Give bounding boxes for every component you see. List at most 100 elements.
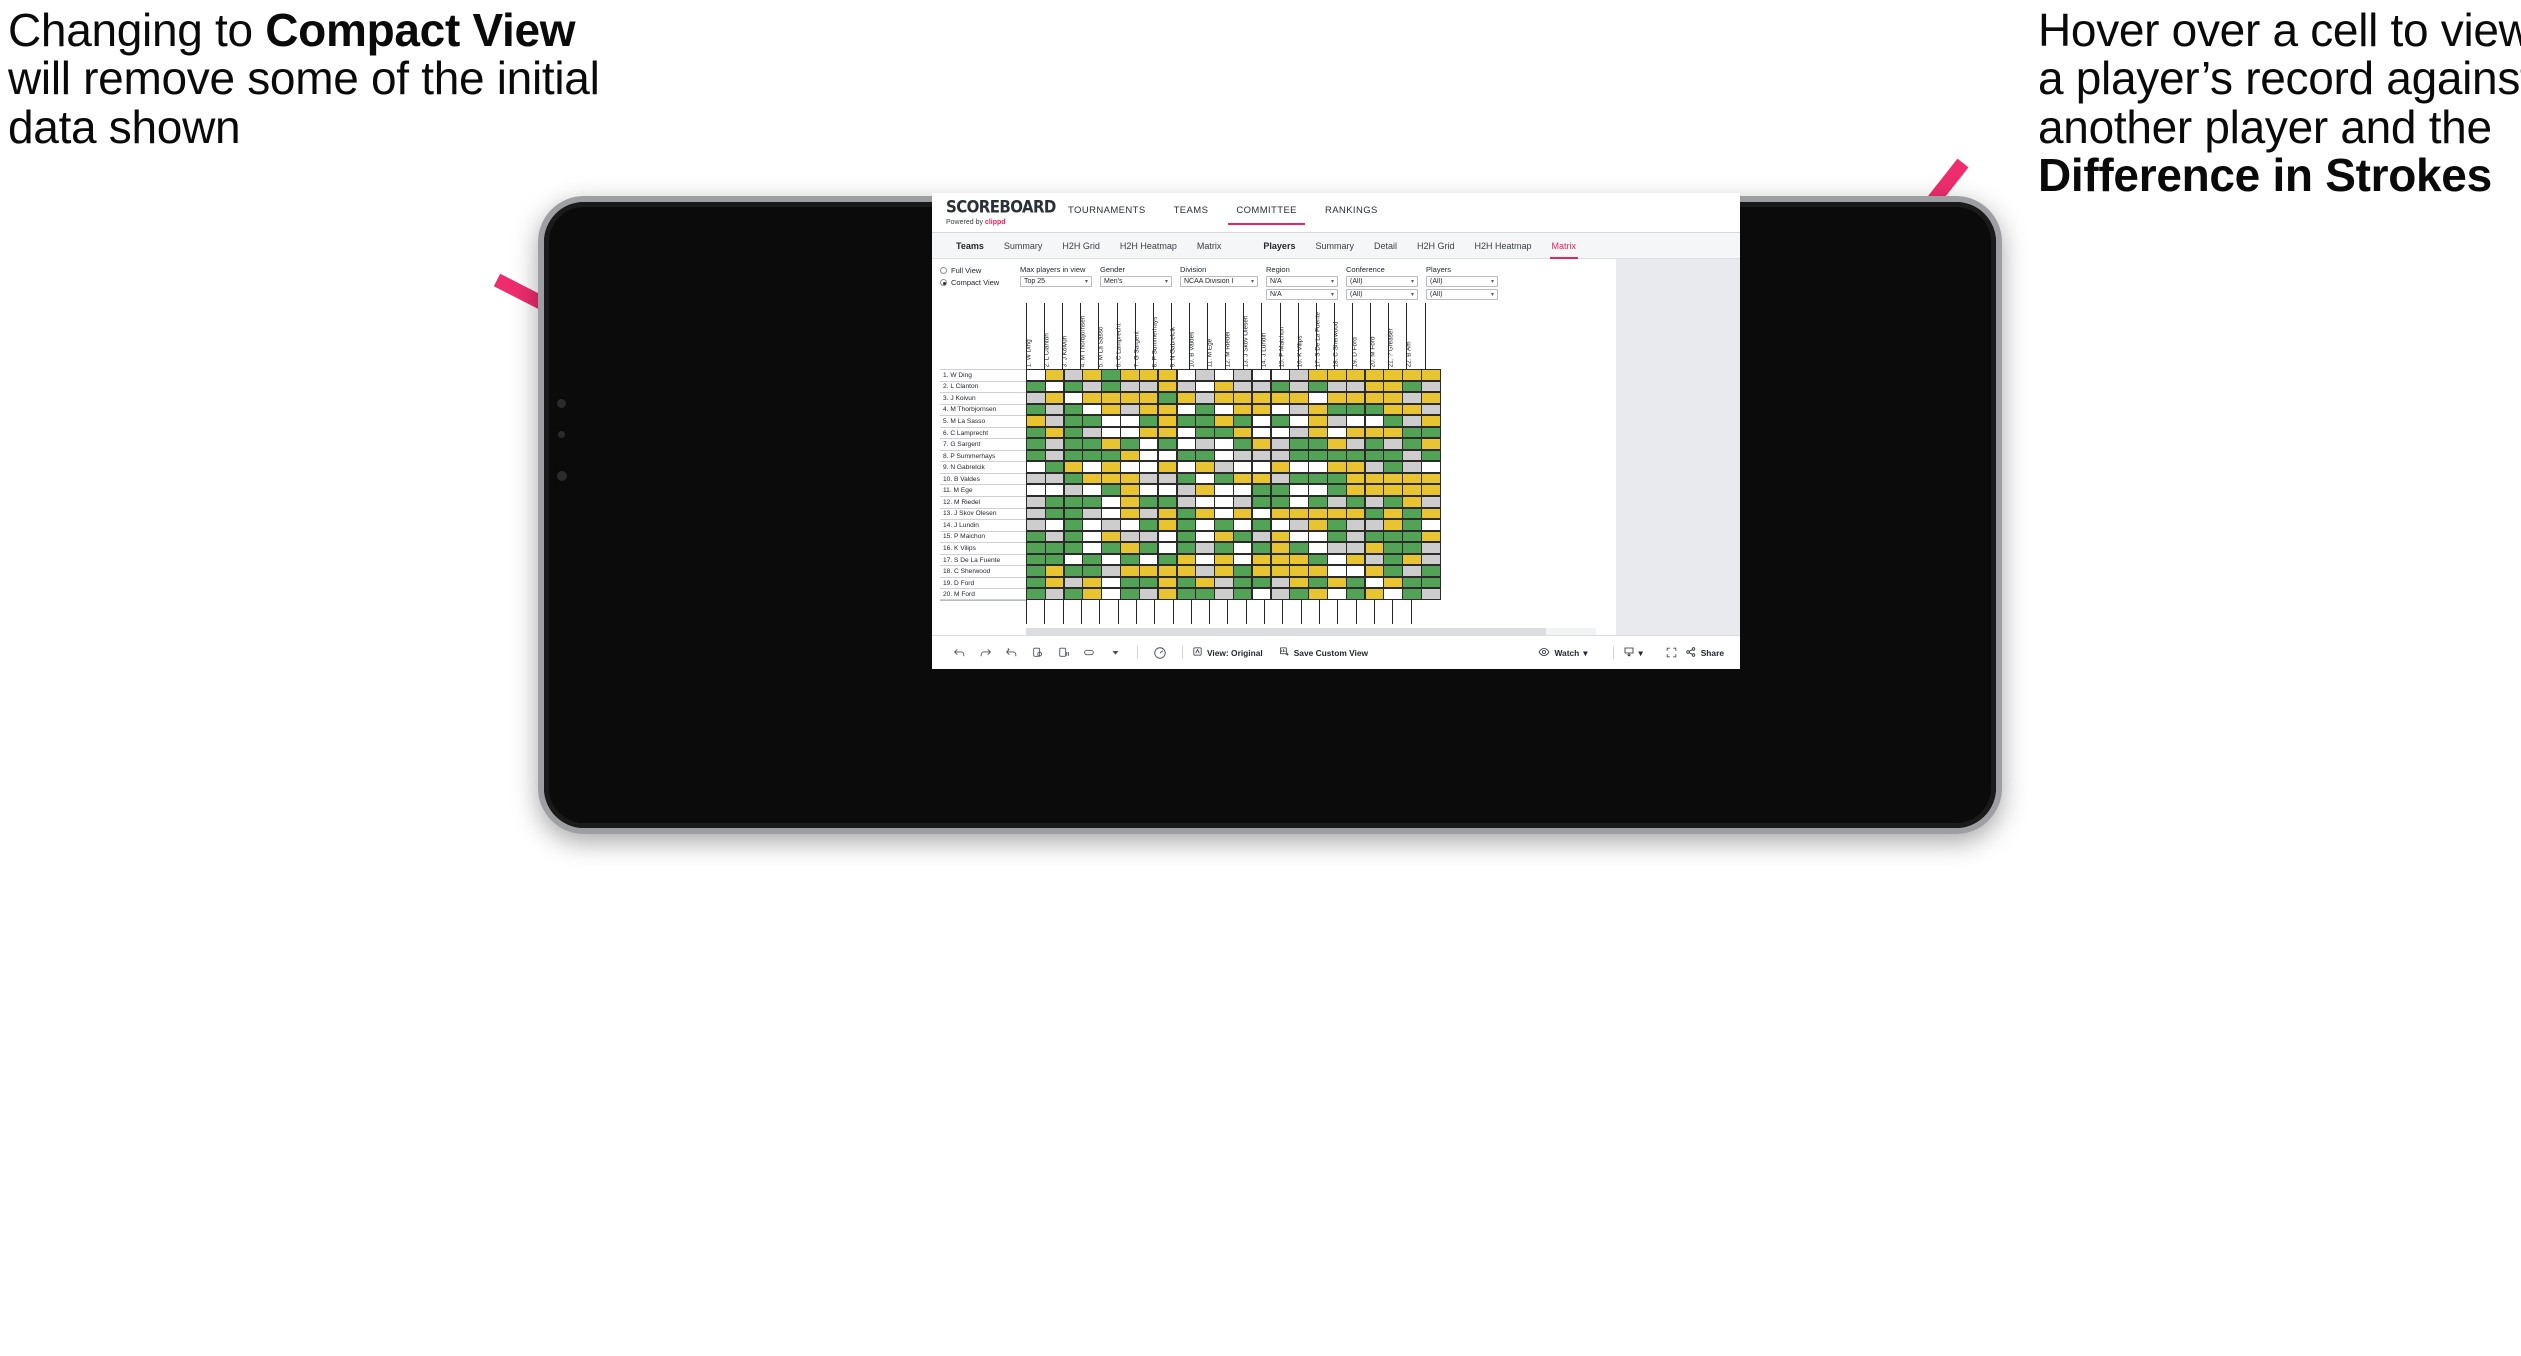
subnav-players-h2h-grid[interactable]: H2H Grid — [1407, 241, 1465, 251]
matrix-cell[interactable] — [1289, 553, 1309, 566]
matrix-row-header[interactable]: 13. J Skov Olesen — [940, 507, 1026, 520]
matrix-cell[interactable] — [1195, 496, 1215, 508]
matrix-cell[interactable] — [1101, 392, 1121, 404]
matrix-cell[interactable] — [1082, 530, 1102, 543]
matrix-cell[interactable] — [1063, 484, 1084, 497]
matrix-cell[interactable] — [1383, 472, 1403, 485]
matrix-cell[interactable] — [1364, 380, 1385, 393]
matrix-cell[interactable] — [1345, 519, 1366, 531]
matrix-row-header[interactable]: 12. M Riedel — [940, 496, 1026, 508]
matrix-column-header[interactable]: 9. N Gabrelcik — [1170, 303, 1191, 369]
matrix-cell[interactable] — [1289, 576, 1309, 589]
matrix-cell[interactable] — [1082, 438, 1102, 450]
matrix-cell[interactable] — [1157, 542, 1178, 554]
matrix-cell[interactable] — [1308, 392, 1328, 404]
redo-icon[interactable] — [972, 642, 998, 664]
matrix-cell[interactable] — [1345, 576, 1366, 589]
matrix-cell[interactable] — [1214, 519, 1234, 531]
matrix-cell[interactable] — [1176, 472, 1196, 485]
matrix-cell[interactable] — [1270, 530, 1291, 543]
matrix-cell[interactable] — [1138, 519, 1159, 531]
matrix-column-header[interactable]: 18. C Sherwood — [1333, 303, 1354, 369]
matrix-row-header[interactable]: 2. L Clanton — [940, 380, 1026, 393]
matrix-cell[interactable] — [1157, 530, 1178, 543]
matrix-cell[interactable] — [1232, 496, 1253, 508]
matrix-cell[interactable] — [1251, 449, 1272, 462]
matrix-cell[interactable] — [1270, 403, 1291, 416]
save-custom-view-button[interactable]: Save Custom View — [1279, 646, 1368, 659]
matrix-cell[interactable] — [1120, 438, 1140, 450]
matrix-cell[interactable] — [1026, 449, 1046, 462]
matrix-cell[interactable] — [1327, 519, 1347, 531]
matrix-cell[interactable] — [1044, 426, 1065, 439]
matrix-row-header[interactable]: 17. S De La Fuente — [940, 553, 1026, 566]
matrix-cell[interactable] — [1345, 553, 1366, 566]
matrix-cell[interactable] — [1421, 484, 1441, 497]
power-button[interactable] — [557, 471, 567, 481]
matrix-cell[interactable] — [1101, 496, 1121, 508]
matrix-cell[interactable] — [1120, 542, 1140, 554]
matrix-cell[interactable] — [1120, 380, 1140, 393]
matrix-cell[interactable] — [1308, 415, 1328, 427]
matrix-cell[interactable] — [1402, 369, 1422, 381]
matrix-cell[interactable] — [1345, 449, 1366, 462]
filter-max-players-select[interactable]: Top 25 ▾ — [1020, 276, 1092, 287]
matrix-cell[interactable] — [1214, 484, 1234, 497]
matrix-cell[interactable] — [1308, 576, 1328, 589]
matrix-cell[interactable] — [1082, 392, 1102, 404]
download-button[interactable]: ▾ — [1623, 646, 1643, 660]
matrix-cell[interactable] — [1364, 403, 1385, 416]
view-original-button[interactable]: View: Original — [1192, 646, 1263, 659]
matrix-cell[interactable] — [1082, 507, 1102, 520]
matrix-cell[interactable] — [1421, 380, 1441, 393]
matrix-cell[interactable] — [1082, 565, 1102, 577]
matrix-cell[interactable] — [1421, 426, 1441, 439]
volume-up-button[interactable] — [557, 399, 566, 408]
matrix-cell[interactable] — [1138, 380, 1159, 393]
matrix-cell[interactable] — [1308, 588, 1328, 600]
matrix-cell[interactable] — [1232, 507, 1253, 520]
matrix-cell[interactable] — [1082, 472, 1102, 485]
matrix-cell[interactable] — [1270, 565, 1291, 577]
matrix-cell[interactable] — [1063, 392, 1084, 404]
matrix-cell[interactable] — [1120, 426, 1140, 439]
matrix-cell[interactable] — [1270, 588, 1291, 600]
matrix-cell[interactable] — [1157, 449, 1178, 462]
matrix-cell[interactable] — [1402, 403, 1422, 416]
matrix-cell[interactable] — [1063, 380, 1084, 393]
matrix-cell[interactable] — [1421, 449, 1441, 462]
app-logo[interactable]: SCOREBOARD Powered by clippd — [946, 193, 1056, 226]
matrix-cell[interactable] — [1195, 403, 1215, 416]
matrix-cell[interactable] — [1383, 403, 1403, 416]
matrix-cell[interactable] — [1214, 380, 1234, 393]
matrix-cell[interactable] — [1232, 530, 1253, 543]
matrix-cell[interactable] — [1308, 507, 1328, 520]
matrix-cell[interactable] — [1289, 438, 1309, 450]
matrix-cell[interactable] — [1138, 461, 1159, 473]
matrix-cell[interactable] — [1082, 461, 1102, 473]
matrix-cell[interactable] — [1120, 392, 1140, 404]
matrix-cell[interactable] — [1195, 542, 1215, 554]
matrix-cell[interactable] — [1026, 576, 1046, 589]
subnav-teams-matrix[interactable]: Matrix — [1187, 241, 1232, 251]
matrix-cell[interactable] — [1383, 369, 1403, 381]
matrix-cell[interactable] — [1120, 588, 1140, 600]
matrix-cell[interactable] — [1138, 530, 1159, 543]
matrix-cell[interactable] — [1101, 426, 1121, 439]
matrix-cell[interactable] — [1364, 496, 1385, 508]
matrix-cell[interactable] — [1327, 426, 1347, 439]
matrix-cell[interactable] — [1289, 472, 1309, 485]
matrix-cell[interactable] — [1026, 519, 1046, 531]
matrix-cell[interactable] — [1251, 461, 1272, 473]
matrix-column-header[interactable]: 1. W Ding — [1025, 303, 1046, 369]
matrix-cell[interactable] — [1251, 565, 1272, 577]
matrix-cell[interactable] — [1232, 380, 1253, 393]
matrix-cell[interactable] — [1345, 380, 1366, 393]
matrix-cell[interactable] — [1383, 426, 1403, 439]
matrix-cell[interactable] — [1289, 426, 1309, 439]
matrix-cell[interactable] — [1101, 530, 1121, 543]
matrix-cell[interactable] — [1195, 392, 1215, 404]
matrix-cell[interactable] — [1289, 380, 1309, 393]
matrix-cell[interactable] — [1101, 461, 1121, 473]
matrix-cell[interactable] — [1364, 576, 1385, 589]
